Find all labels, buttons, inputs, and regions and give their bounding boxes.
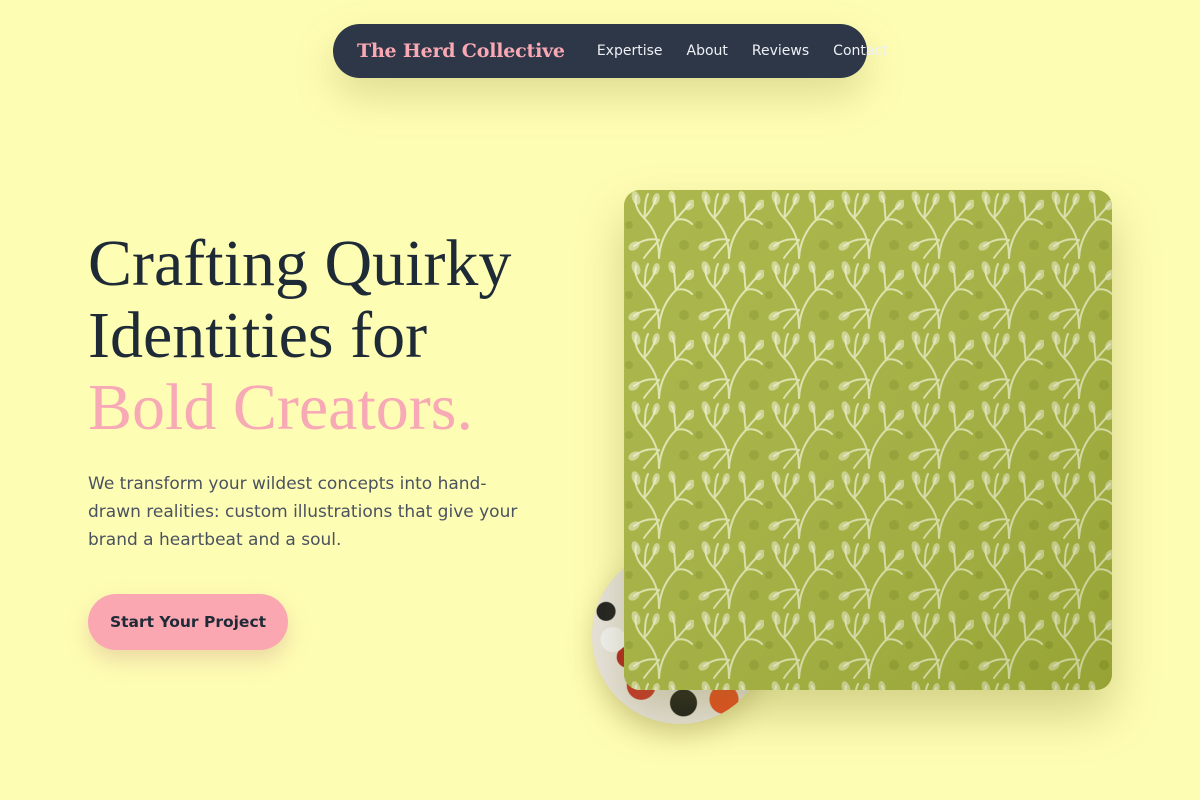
- nav-link-about[interactable]: About: [687, 43, 728, 59]
- page: The Herd Collective Expertise About Revi…: [0, 0, 1200, 800]
- hero-description: We transform your wildest concepts into …: [88, 474, 518, 550]
- hero-title-line-1: Crafting Quirky: [88, 227, 512, 300]
- hero-title: Crafting Quirky Identities for Bold Crea…: [88, 228, 608, 444]
- nav-link-reviews[interactable]: Reviews: [752, 43, 809, 59]
- leaf-pattern-svg: [624, 190, 1112, 690]
- hero-title-line-2: Identities for: [88, 299, 428, 372]
- nav-link-expertise[interactable]: Expertise: [597, 43, 663, 59]
- start-project-button[interactable]: Start Your Project: [88, 594, 288, 650]
- nav-links: Expertise About Reviews Contact: [597, 43, 888, 59]
- hero-title-accent: Bold Creators.: [88, 371, 473, 444]
- nav-link-contact[interactable]: Contact: [833, 43, 887, 59]
- brand-logo[interactable]: The Herd Collective: [357, 40, 565, 62]
- top-navigation: The Herd Collective Expertise About Revi…: [333, 24, 888, 78]
- leaf-pattern-image: [624, 190, 1112, 690]
